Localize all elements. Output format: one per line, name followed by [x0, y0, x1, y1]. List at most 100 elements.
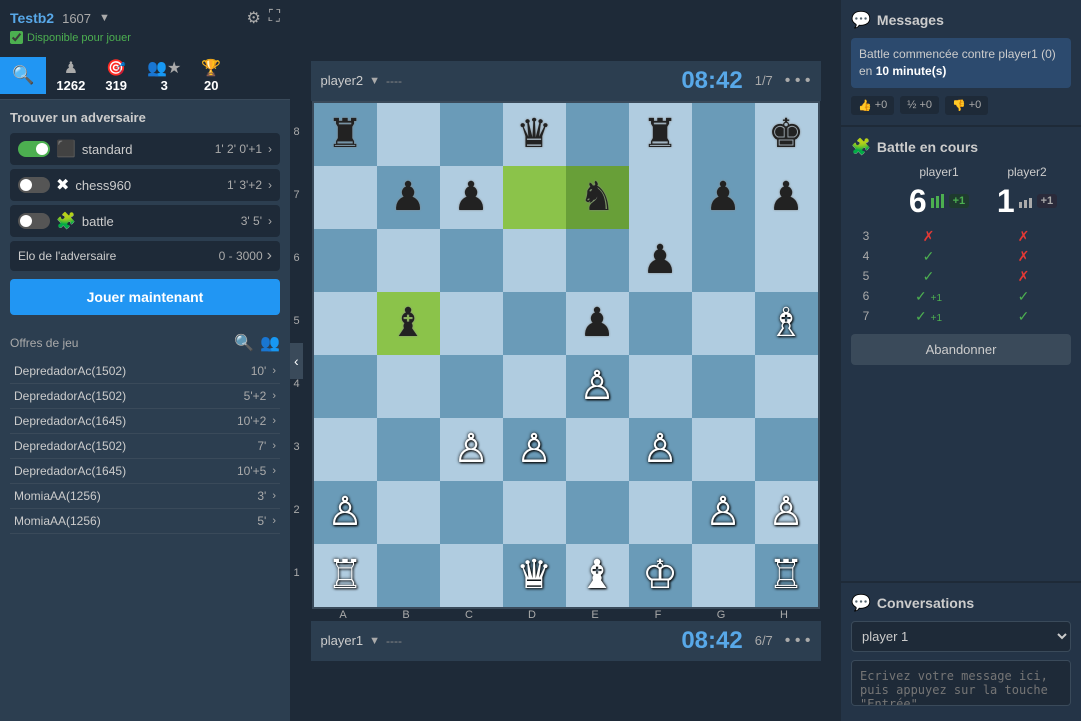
cell-c2[interactable] [440, 481, 503, 544]
cell-h2[interactable]: ♙ [755, 481, 818, 544]
elo-arrow[interactable]: › [267, 247, 272, 265]
cell-d5[interactable] [503, 292, 566, 355]
cell-b3[interactable] [377, 418, 440, 481]
cell-g1[interactable] [692, 544, 755, 607]
cell-c1[interactable] [440, 544, 503, 607]
cell-f6[interactable]: ♟ [629, 229, 692, 292]
offer-arrow[interactable]: › [272, 515, 276, 527]
cell-b4[interactable] [377, 355, 440, 418]
cell-c4[interactable] [440, 355, 503, 418]
player2-dropdown[interactable]: ▼ [369, 75, 380, 87]
mode-standard[interactable]: ⬛ standard 1' 2' 0'+1 › [10, 133, 280, 165]
mode-battle[interactable]: 🧩 battle 3' 5' › [10, 205, 280, 237]
cell-g5[interactable] [692, 292, 755, 355]
like-button[interactable]: 👍 +0 [851, 96, 894, 115]
cell-c6[interactable] [440, 229, 503, 292]
cell-g3[interactable] [692, 418, 755, 481]
offer-item[interactable]: MomiaAA(1256) 3' › [10, 484, 280, 509]
half-button[interactable]: ½ +0 [900, 96, 939, 114]
cell-e4[interactable]: ♙ [566, 355, 629, 418]
cell-a8[interactable]: ♜ [314, 103, 377, 166]
cell-c5[interactable] [440, 292, 503, 355]
cell-g4[interactable] [692, 355, 755, 418]
offer-arrow[interactable]: › [272, 490, 276, 502]
cell-e7[interactable]: ♞ [566, 166, 629, 229]
conversation-select[interactable]: player 1 [851, 621, 1071, 652]
elo-row[interactable]: Elo de l'adversaire 0 - 3000 › [10, 241, 280, 271]
cell-f1[interactable]: ♔ [629, 544, 692, 607]
cell-g2[interactable]: ♙ [692, 481, 755, 544]
cell-b1[interactable] [377, 544, 440, 607]
standard-arrow[interactable]: › [268, 142, 272, 156]
toggle-battle[interactable] [18, 213, 50, 229]
cell-e3[interactable] [566, 418, 629, 481]
offer-item[interactable]: DepredadorAc(1645) 10'+2 › [10, 409, 280, 434]
cell-a7[interactable] [314, 166, 377, 229]
player2-name[interactable]: player2 [321, 73, 364, 88]
cell-d4[interactable] [503, 355, 566, 418]
cell-c7[interactable]: ♟ [440, 166, 503, 229]
cell-d1[interactable]: ♛ [503, 544, 566, 607]
cell-d2[interactable] [503, 481, 566, 544]
cell-h6[interactable] [755, 229, 818, 292]
player1-dropdown[interactable]: ▼ [369, 635, 380, 647]
cell-b7[interactable]: ♟ [377, 166, 440, 229]
cell-h7[interactable]: ♟ [755, 166, 818, 229]
play-button[interactable]: Jouer maintenant [10, 279, 280, 315]
offer-arrow[interactable]: › [272, 440, 276, 452]
stat-trophies[interactable]: 🏆 20 [191, 52, 231, 99]
cell-h3[interactable] [755, 418, 818, 481]
cell-d8[interactable]: ♛ [503, 103, 566, 166]
toggle-chess960[interactable] [18, 177, 50, 193]
cell-d7[interactable] [503, 166, 566, 229]
cell-h5[interactable]: ♗ [755, 292, 818, 355]
cell-f4[interactable] [629, 355, 692, 418]
cell-h4[interactable] [755, 355, 818, 418]
cell-f8[interactable]: ♜ [629, 103, 692, 166]
cell-b2[interactable] [377, 481, 440, 544]
cell-e2[interactable] [566, 481, 629, 544]
offer-item[interactable]: MomiaAA(1256) 5' › [10, 509, 280, 534]
expand-icon[interactable]: ⛶ [269, 8, 280, 28]
stat-games[interactable]: ♟ 1262 [46, 52, 95, 99]
cell-h8[interactable]: ♚ [755, 103, 818, 166]
offer-arrow[interactable]: › [272, 365, 276, 377]
cell-a6[interactable] [314, 229, 377, 292]
player1-options[interactable]: • • • [785, 632, 811, 650]
dislike-button[interactable]: 👎 +0 [945, 96, 988, 115]
cell-g7[interactable]: ♟ [692, 166, 755, 229]
cell-f7[interactable] [629, 166, 692, 229]
cell-c3[interactable]: ♙ [440, 418, 503, 481]
offer-arrow[interactable]: › [272, 415, 276, 427]
abandon-button[interactable]: Abandonner [851, 334, 1071, 365]
cell-g6[interactable] [692, 229, 755, 292]
offers-users-icon[interactable]: 👥 [260, 333, 280, 353]
offer-item[interactable]: DepredadorAc(1502) 10' › [10, 359, 280, 384]
cell-a5[interactable] [314, 292, 377, 355]
cell-e5[interactable]: ♟ [566, 292, 629, 355]
cell-g8[interactable] [692, 103, 755, 166]
toggle-standard[interactable] [18, 141, 50, 157]
stat-friends[interactable]: 👥★ 3 [137, 52, 191, 99]
cell-a1[interactable]: ♖ [314, 544, 377, 607]
battle-arrow[interactable]: › [268, 214, 272, 228]
offer-item[interactable]: DepredadorAc(1502) 5'+2 › [10, 384, 280, 409]
cell-a2[interactable]: ♙ [314, 481, 377, 544]
username[interactable]: Testb2 [10, 10, 54, 26]
settings-icon[interactable]: ⚙ [246, 8, 260, 28]
cell-f3[interactable]: ♙ [629, 418, 692, 481]
offer-arrow[interactable]: › [272, 465, 276, 477]
cell-b8[interactable] [377, 103, 440, 166]
player2-options[interactable]: • • • [785, 72, 811, 90]
cell-c8[interactable] [440, 103, 503, 166]
cell-f2[interactable] [629, 481, 692, 544]
offer-arrow[interactable]: › [272, 390, 276, 402]
cell-a3[interactable] [314, 418, 377, 481]
player1-name[interactable]: player1 [321, 633, 364, 648]
offers-search-icon[interactable]: 🔍 [234, 333, 254, 353]
mode-chess960[interactable]: ✖ chess960 1' 3'+2 › [10, 169, 280, 201]
cell-b5[interactable]: ♝ [377, 292, 440, 355]
offer-item[interactable]: DepredadorAc(1645) 10'+5 › [10, 459, 280, 484]
chess960-arrow[interactable]: › [268, 178, 272, 192]
message-input[interactable] [851, 660, 1071, 706]
